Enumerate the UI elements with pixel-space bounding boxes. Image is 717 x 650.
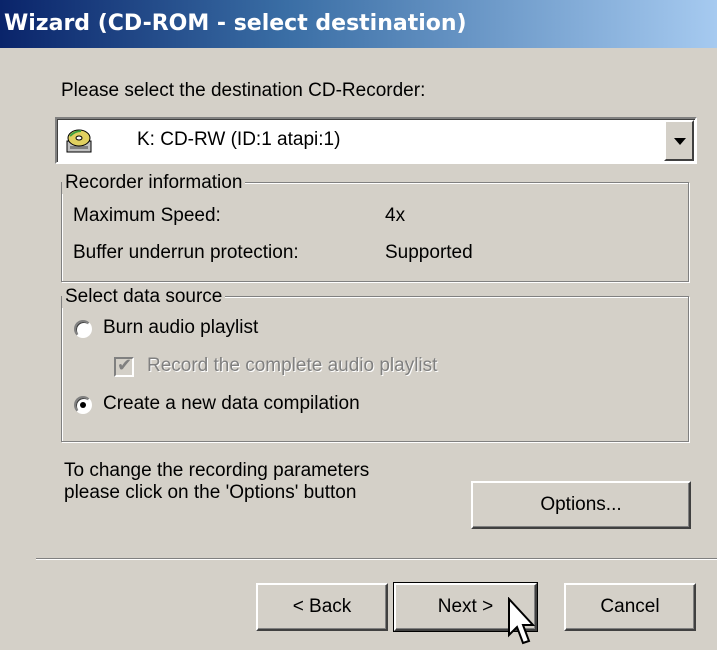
options-button[interactable]: Options... bbox=[471, 481, 691, 529]
separator bbox=[36, 558, 717, 560]
recorder-select[interactable]: K: CD-RW (ID:1 atapi:1) bbox=[55, 117, 697, 164]
max-speed-value: 4x bbox=[385, 205, 406, 226]
destination-prompt: Please select the destination CD-Recorde… bbox=[61, 80, 426, 101]
cancel-button[interactable]: Cancel bbox=[564, 583, 696, 631]
buffer-protection-value: Supported bbox=[385, 242, 473, 263]
record-complete-checkbox[interactable]: ✔ bbox=[114, 355, 134, 377]
max-speed-label: Maximum Speed: bbox=[73, 205, 221, 226]
dropdown-arrow-button[interactable] bbox=[664, 120, 694, 161]
recorder-info-group bbox=[61, 182, 689, 282]
burn-audio-radio[interactable] bbox=[74, 320, 92, 338]
recorder-select-value: K: CD-RW (ID:1 atapi:1) bbox=[137, 129, 341, 150]
cd-drive-icon bbox=[65, 127, 93, 155]
checkmark-icon: ✔ bbox=[117, 355, 133, 375]
data-source-legend: Select data source bbox=[62, 286, 226, 308]
back-button[interactable]: < Back bbox=[256, 583, 388, 631]
mouse-pointer-icon bbox=[508, 597, 536, 645]
recorder-info-legend: Recorder information bbox=[62, 172, 246, 194]
create-data-label[interactable]: Create a new data compilation bbox=[103, 393, 360, 415]
record-complete-label[interactable]: Record the complete audio playlist bbox=[147, 355, 437, 377]
options-hint-line2: please click on the 'Options' button bbox=[64, 482, 357, 503]
options-hint-line1: To change the recording parameters bbox=[64, 460, 370, 481]
burn-audio-label[interactable]: Burn audio playlist bbox=[103, 317, 258, 339]
buffer-protection-label: Buffer underrun protection: bbox=[73, 242, 299, 263]
create-data-radio[interactable] bbox=[74, 396, 92, 414]
window-title: Wizard (CD-ROM - select destination) bbox=[0, 0, 717, 48]
